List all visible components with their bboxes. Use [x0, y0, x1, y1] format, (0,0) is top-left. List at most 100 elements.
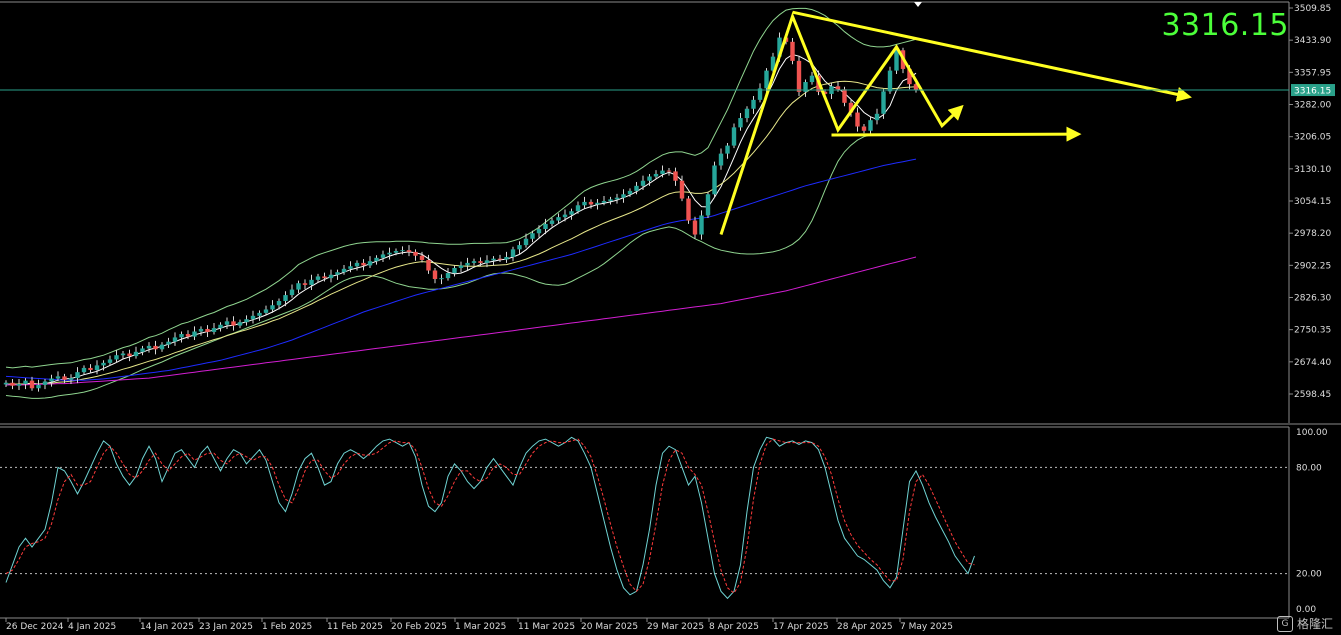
candle-body	[491, 258, 496, 261]
time-tick-label: 20 Feb 2025	[391, 622, 447, 632]
price-tick-label: 2750.35	[1294, 326, 1331, 336]
candle-body	[361, 262, 366, 266]
candle-body	[569, 211, 574, 215]
time-tick-label: 4 Jan 2025	[68, 622, 116, 632]
candle-body	[497, 258, 503, 260]
candle-body	[283, 295, 288, 302]
support-line-arrow	[831, 126, 1082, 142]
candle-body	[55, 376, 61, 379]
candle-body	[250, 315, 256, 320]
price-tick-label: 3282.00	[1294, 101, 1331, 111]
candle-body	[692, 220, 698, 235]
candle-body	[270, 305, 275, 310]
candle-body	[198, 328, 204, 332]
candle-body	[575, 205, 581, 212]
candle-body	[790, 41, 795, 61]
candle-body	[263, 309, 269, 313]
candle-body	[192, 331, 197, 337]
candle-body	[413, 251, 418, 256]
price-chart[interactable]: 3509.85 3433.90 3357.95 3282.00 3206.05 3130.…	[0, 0, 1341, 635]
candle-body	[218, 324, 223, 329]
candle-body	[478, 261, 483, 263]
candle-body	[289, 289, 295, 296]
candle-body	[588, 201, 594, 205]
candle-body	[543, 223, 548, 230]
time-tick-label: 7 May 2025	[900, 622, 953, 632]
candle-body	[341, 268, 347, 273]
time-tick-label: 8 Apr 2025	[709, 622, 759, 632]
candle-body	[725, 145, 730, 154]
candle-body	[874, 113, 880, 121]
candle-body	[562, 214, 568, 218]
candle	[686, 195, 691, 224]
candle-body	[595, 202, 600, 205]
time-tick-label: 1 Mar 2025	[455, 622, 506, 632]
candle-body	[426, 259, 431, 271]
candle-body	[647, 176, 652, 181]
candle-body	[452, 267, 457, 274]
candle-body	[68, 378, 74, 380]
time-tick-label: 26 Dec 2024	[6, 622, 64, 632]
candle-body	[523, 238, 529, 246]
time-tick-label: 14 Jan 2025	[140, 622, 194, 632]
candle-body	[894, 50, 899, 71]
candle-body	[211, 328, 217, 332]
candle-body	[621, 194, 626, 198]
osc-tick-label: 0.00	[1296, 605, 1316, 615]
candle-body	[673, 171, 678, 181]
current-price-tag-label: 3316.15	[1294, 87, 1331, 97]
price-tick-label: 3433.90	[1294, 36, 1331, 46]
candle-body	[471, 261, 477, 263]
candle-body	[510, 249, 516, 257]
candle-body	[627, 190, 633, 195]
candle	[790, 38, 795, 65]
candle-body	[88, 367, 93, 371]
candle-body	[133, 351, 139, 357]
candle-body	[660, 170, 665, 174]
time-tick-label: 29 Mar 2025	[647, 622, 704, 632]
candle-body	[582, 201, 587, 206]
candle-body	[140, 348, 145, 352]
time-tick-label: 11 Mar 2025	[518, 622, 575, 632]
osc-tick-label: 100.00	[1296, 428, 1328, 438]
watermark: G 格隆汇	[1276, 615, 1333, 632]
candle-body	[120, 353, 126, 356]
candle-body	[16, 384, 22, 386]
candle-body	[731, 127, 737, 146]
candle-body	[231, 321, 236, 326]
candle-body	[855, 112, 860, 127]
watermark-text: 格隆汇	[1296, 617, 1333, 631]
candle-body	[315, 276, 321, 280]
watermark-logo-icon: G	[1276, 615, 1293, 632]
candle-body	[185, 334, 191, 337]
candle-body	[744, 108, 750, 119]
candle-body	[159, 344, 165, 350]
time-tick-label: 17 Apr 2025	[773, 622, 829, 632]
candle-body	[764, 70, 769, 89]
candle-body	[634, 185, 639, 191]
candle-body	[809, 75, 815, 83]
candle-body	[718, 153, 724, 166]
candle-body	[374, 257, 379, 262]
candle-body	[237, 322, 243, 326]
candle-body	[81, 367, 87, 373]
price-tick-label: 3054.15	[1294, 197, 1331, 207]
candle-body	[354, 262, 360, 267]
price-tick-label: 3130.10	[1294, 165, 1331, 175]
candle	[712, 161, 717, 198]
candle-body	[861, 126, 867, 131]
candle-body	[107, 359, 113, 363]
candle-body	[751, 99, 756, 109]
candle-body	[530, 233, 535, 239]
candle-body	[614, 197, 620, 200]
candle-body	[712, 165, 717, 195]
candle-body	[114, 355, 119, 360]
candle-body	[42, 381, 48, 385]
candle-body	[842, 89, 847, 103]
price-tick-label: 2674.40	[1294, 358, 1331, 368]
candle-body	[166, 341, 171, 345]
candle-body	[309, 279, 314, 285]
candle-body	[328, 274, 334, 279]
price-tick-label: 2902.25	[1294, 261, 1331, 271]
candle-body	[172, 337, 178, 342]
